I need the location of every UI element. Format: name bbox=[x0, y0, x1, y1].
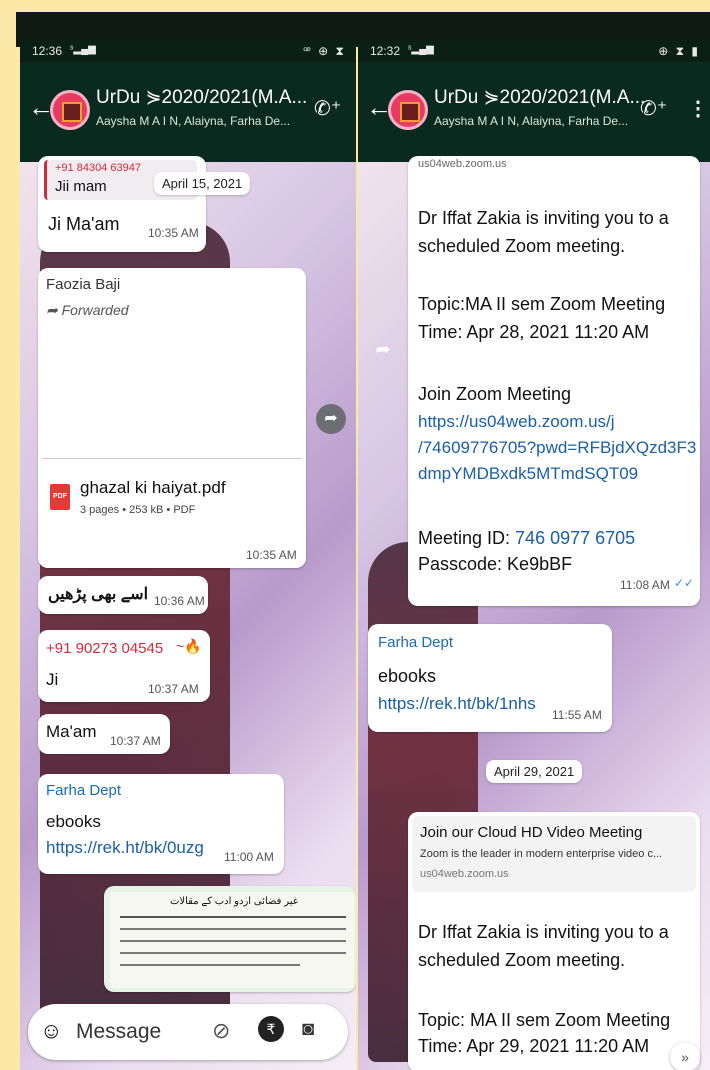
add-call-icon[interactable]: ✆⁺ bbox=[640, 96, 667, 121]
message-bubble[interactable]: Ma'am 10:37 AM bbox=[38, 714, 170, 754]
message-bubble[interactable]: اسے بھی پڑھیں 10:36 AM bbox=[38, 576, 208, 614]
message-time: 10:37 AM bbox=[110, 734, 161, 748]
message-input-bar[interactable]: ☺ Message ⊘ ₹ ◙ bbox=[28, 1004, 348, 1060]
document-filename[interactable]: ghazal ki haiyat.pdf bbox=[80, 478, 226, 498]
more-options-icon[interactable]: ⋮ bbox=[688, 96, 708, 121]
forward-share-icon[interactable]: ➦ bbox=[368, 334, 398, 364]
message-sender: Farha Dept bbox=[46, 782, 122, 799]
message-text: اسے بھی پڑھیں bbox=[48, 586, 149, 603]
preview-title: Join our Cloud HD Video Meeting bbox=[420, 824, 643, 841]
zoom-link[interactable]: dmpYMDBxdk5MTmdSQT09 bbox=[418, 464, 638, 484]
message-time: 10:37 AM bbox=[148, 682, 199, 696]
forwarded-text: Forwarded bbox=[61, 302, 129, 318]
preview-description: Zoom is the leader in modern enterprise … bbox=[420, 848, 663, 860]
message-text: Dr Iffat Zakia is inviting you to a bbox=[418, 922, 669, 942]
status-bar: 12:32 ˢ▂▄▆ ⊕ ⧗ ▮ bbox=[358, 40, 710, 62]
message-bubble[interactable]: Farha Dept ebooks https://rek.ht/bk/1nhs… bbox=[368, 624, 612, 732]
meeting-time: Time: Apr 28, 2021 11:20 AM bbox=[418, 322, 650, 342]
link-domain: us04web.zoom.us bbox=[418, 158, 507, 170]
forward-share-icon[interactable]: ➦ bbox=[316, 404, 346, 434]
message-text: ebooks bbox=[46, 812, 101, 831]
document-image[interactable]: غیر فضائی اردو ادب کے مقالات bbox=[110, 892, 354, 988]
message-sender: Faozia Baji bbox=[46, 276, 121, 293]
date-chip: April 15, 2021 bbox=[154, 172, 251, 195]
forwarded-label: ➦ Forwarded bbox=[46, 302, 129, 319]
document-meta: 3 pages • 253 kB • PDF bbox=[80, 504, 196, 516]
group-title[interactable]: UrDu ⋟2020/2021(M.A... bbox=[96, 86, 307, 109]
message-input[interactable]: Message bbox=[76, 1020, 161, 1044]
group-members[interactable]: Aaysha M A I N, Alaiyna, Farha De... bbox=[96, 114, 290, 128]
signal-icon: ˢ▂▄▆ bbox=[408, 44, 434, 55]
zoom-invite-message[interactable]: us04web.zoom.us Dr Iffat Zakia is inviti… bbox=[408, 156, 700, 606]
message-time: 11:00 AM bbox=[224, 850, 274, 864]
payment-icon[interactable]: ₹ bbox=[258, 1016, 284, 1042]
message-time: 10:36 AM bbox=[154, 594, 205, 608]
attach-icon[interactable]: ⊘ bbox=[212, 1018, 230, 1044]
pdf-icon: PDF bbox=[50, 484, 70, 510]
image-message[interactable]: غیر فضائی اردو ادب کے مقالات bbox=[104, 886, 356, 992]
meeting-id: Meeting ID: 746 0977 6705 bbox=[418, 528, 636, 548]
chat-header: ← UrDu ⋟2020/2021(M.A... Aaysha M A I N,… bbox=[358, 62, 710, 162]
message-text: Ma'am bbox=[46, 722, 97, 741]
date-chip: April 29, 2021 bbox=[486, 760, 583, 783]
zoom-link[interactable]: /74609776705?pwd=RFBjdXQzd3F3 bbox=[418, 438, 696, 458]
message-sender: +91 90273 04545 bbox=[46, 640, 164, 657]
status-time: 12:32 bbox=[370, 44, 401, 58]
scroll-down-icon[interactable]: » bbox=[670, 1042, 700, 1070]
camera-icon[interactable]: ◙ bbox=[302, 1018, 314, 1041]
read-ticks-icon: ✓✓ bbox=[674, 576, 695, 590]
status-icons: ꟹ ⊕ ⧗ bbox=[303, 44, 346, 58]
status-icons: ⊕ ⧗ ▮ bbox=[658, 44, 700, 58]
image-heading-text: غیر فضائی اردو ادب کے مقالات bbox=[170, 896, 299, 907]
preview-domain: us04web.zoom.us bbox=[420, 868, 509, 880]
message-bubble[interactable]: +91 90273 04545 ~🔥 Ji 10:37 AM bbox=[38, 630, 210, 702]
join-label: Join Zoom Meeting bbox=[418, 384, 572, 404]
divider bbox=[42, 458, 302, 459]
message-bubble[interactable]: +91 84304 63947 Jii mam Ji Ma'am 10:35 A… bbox=[38, 156, 206, 252]
group-avatar[interactable] bbox=[50, 90, 90, 130]
sender-emoji: ~🔥 bbox=[176, 638, 202, 654]
quoted-sender: +91 84304 63947 bbox=[55, 162, 141, 174]
group-members[interactable]: Aaysha M A I N, Alaiyna, Farha De... bbox=[434, 114, 628, 128]
meeting-topic: Topic: MA II sem Zoom Meeting bbox=[418, 1010, 671, 1030]
message-text: ebooks bbox=[378, 666, 437, 686]
message-text: scheduled Zoom meeting. bbox=[418, 236, 626, 256]
add-call-icon[interactable]: ✆⁺ bbox=[314, 96, 341, 121]
message-text: Ji bbox=[46, 670, 59, 689]
message-time: 11:08 AM bbox=[620, 578, 670, 592]
quoted-text: Jii mam bbox=[55, 178, 107, 195]
document-message[interactable]: Faozia Baji ➦ Forwarded PDF ghazal ki ha… bbox=[38, 268, 306, 568]
message-sender: Farha Dept bbox=[378, 634, 454, 651]
signal-icon: ˢ▂▄▆ bbox=[70, 44, 96, 55]
chat-area: us04web.zoom.us Dr Iffat Zakia is inviti… bbox=[358, 156, 710, 1070]
chat-area: +91 84304 63947 Jii mam Ji Ma'am 10:35 A… bbox=[20, 156, 356, 1070]
chat-header: ← UrDu ⋟2020/2021(M.A... Aaysha M A I N,… bbox=[20, 62, 356, 162]
status-time: 12:36 bbox=[32, 44, 63, 58]
group-avatar[interactable] bbox=[388, 90, 428, 130]
meeting-time: Time: Apr 29, 2021 11:20 AM bbox=[418, 1036, 650, 1056]
meeting-id-number[interactable]: 746 0977 6705 bbox=[515, 528, 635, 548]
message-time: 11:55 AM bbox=[552, 708, 602, 722]
meeting-topic: Topic:MA II sem Zoom Meeting bbox=[418, 294, 666, 314]
forward-arrow-icon: ➦ bbox=[46, 302, 62, 318]
message-text: scheduled Zoom meeting. bbox=[418, 950, 626, 970]
message-text: Dr Iffat Zakia is inviting you to a bbox=[418, 208, 669, 228]
group-title[interactable]: UrDu ⋟2020/2021(M.A... bbox=[434, 86, 645, 109]
passcode: Passcode: Ke9bBF bbox=[418, 554, 573, 574]
message-bubble[interactable]: Farha Dept ebooks https://rek.ht/bk/0uzg… bbox=[38, 774, 284, 874]
zoom-link[interactable]: https://us04web.zoom.us/j bbox=[418, 412, 615, 432]
link-preview[interactable]: Join our Cloud HD Video Meeting Zoom is … bbox=[412, 816, 696, 892]
message-time: 10:35 AM bbox=[246, 548, 297, 562]
right-phone-screen: 12:32 ˢ▂▄▆ ⊕ ⧗ ▮ ← UrDu ⋟2020/2021(M.A..… bbox=[358, 40, 710, 1070]
zoom-invite-message[interactable]: Join our Cloud HD Video Meeting Zoom is … bbox=[408, 812, 700, 1070]
ebook-link[interactable]: https://rek.ht/bk/0uzg bbox=[46, 838, 204, 858]
left-phone-screen: 12:36 ˢ▂▄▆ ꟹ ⊕ ⧗ ← UrDu ⋟2020/2021(M.A..… bbox=[20, 40, 356, 1070]
emoji-icon[interactable]: ☺ bbox=[40, 1018, 62, 1044]
status-bar: 12:36 ˢ▂▄▆ ꟹ ⊕ ⧗ bbox=[20, 40, 356, 62]
ebook-link[interactable]: https://rek.ht/bk/1nhs bbox=[378, 694, 536, 714]
message-time: 10:35 AM bbox=[148, 226, 199, 240]
message-text: Ji Ma'am bbox=[48, 214, 120, 234]
